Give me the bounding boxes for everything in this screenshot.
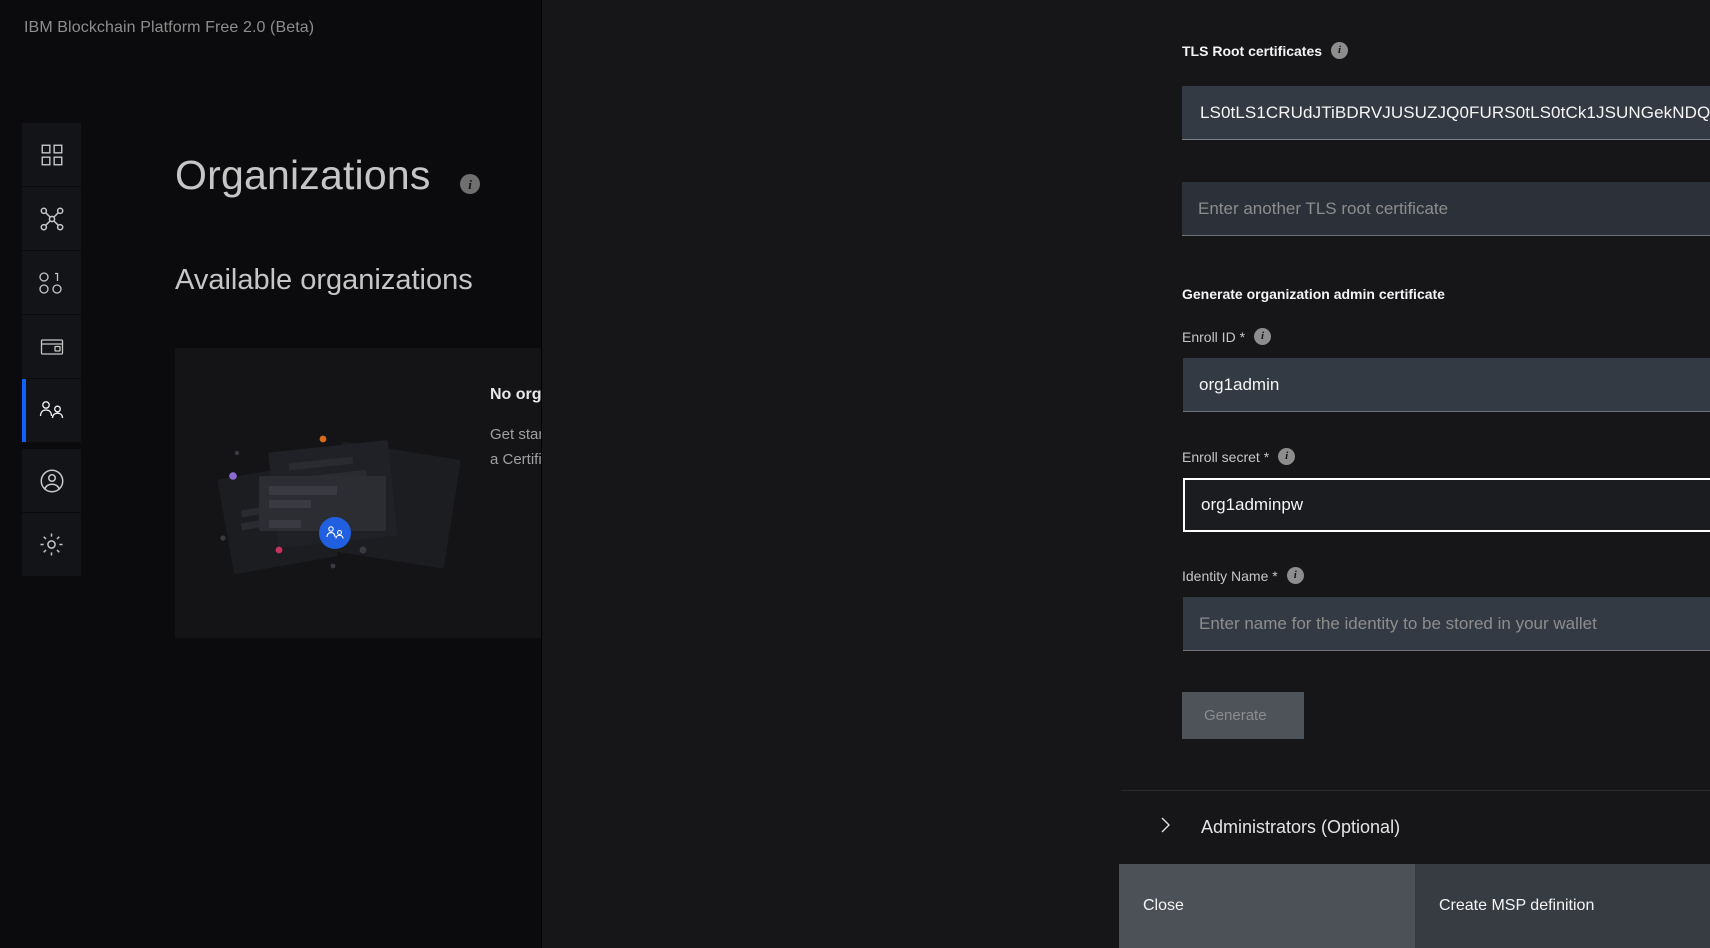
section-subtitle: Available organizations	[175, 264, 473, 297]
network-nodes-icon	[38, 205, 66, 233]
administrators-accordion[interactable]: Administrators (Optional)	[1121, 790, 1710, 864]
sidebar-item-organizations[interactable]	[22, 379, 81, 443]
enroll-id-input[interactable]	[1183, 358, 1710, 412]
tls-another-certificate-input[interactable]	[1182, 182, 1710, 236]
generate-button[interactable]: Generate	[1182, 692, 1304, 739]
generate-button-wrap: Generate	[1182, 692, 1304, 739]
app-root: IBM Blockchain Platform Free 2.0 (Beta)	[0, 0, 1710, 948]
tls-root-label-row: TLS Root certificates i	[1182, 42, 1348, 59]
dashboard-grid-icon	[39, 142, 65, 168]
sidebar-item-nodes[interactable]	[22, 187, 81, 251]
chevron-right-icon	[1159, 814, 1173, 841]
empty-state-illustration	[205, 388, 475, 598]
identity-name-label-row: Identity Name * i	[1182, 567, 1304, 584]
identity-name-label: Identity Name *	[1182, 568, 1278, 584]
wallet-icon	[39, 335, 65, 359]
enroll-id-label: Enroll ID *	[1182, 329, 1245, 345]
tls-root-certificate-value: LS0tLS1CRUdJTiBDRVJUSUZJQ0FURS0tLS0tCk1J…	[1182, 103, 1710, 123]
identity-name-info-icon[interactable]: i	[1287, 567, 1304, 584]
sidebar-item-identity[interactable]	[22, 449, 81, 513]
enroll-secret-label: Enroll secret *	[1182, 449, 1269, 465]
administrators-accordion-label: Administrators (Optional)	[1201, 817, 1400, 838]
sidebar-item-wallet[interactable]	[22, 315, 81, 379]
generate-section-heading: Generate organization admin certificate	[1182, 286, 1445, 302]
enroll-secret-label-row: Enroll secret * i	[1182, 448, 1295, 465]
panel-scroll-area[interactable]: TLS Root certificates i LS0tLS1CRUdJTiBD…	[542, 0, 1710, 948]
enroll-id-label-row: Enroll ID * i	[1182, 328, 1271, 345]
page-title: Organizations i	[175, 152, 480, 199]
organizations-people-icon	[38, 399, 66, 423]
tls-another-field-wrap	[1182, 182, 1710, 236]
enroll-secret-info-icon[interactable]: i	[1278, 448, 1295, 465]
close-button[interactable]: Close	[1119, 864, 1415, 948]
enroll-id-info-icon[interactable]: i	[1254, 328, 1271, 345]
identity-name-input[interactable]	[1183, 597, 1710, 651]
tls-root-label: TLS Root certificates	[1182, 43, 1322, 59]
identity-name-field-wrap	[1183, 597, 1710, 651]
panel-footer: Close Create MSP definition	[542, 864, 1710, 948]
create-msp-definition-button[interactable]: Create MSP definition	[1415, 864, 1710, 948]
enroll-secret-field-wrap	[1183, 478, 1710, 532]
sidebar-item-channels[interactable]	[22, 251, 81, 315]
enroll-id-field-wrap	[1183, 358, 1710, 412]
sidebar-item-dashboard[interactable]	[22, 123, 81, 187]
tls-root-info-icon[interactable]: i	[1331, 42, 1348, 59]
msp-definition-panel: TLS Root certificates i LS0tLS1CRUdJTiBD…	[541, 0, 1710, 948]
left-nav-rail[interactable]	[22, 123, 81, 577]
info-icon-glyph: i	[460, 174, 480, 194]
generate-section-heading-row: Generate organization admin certificate	[1182, 286, 1445, 302]
channels-binary-icon	[37, 270, 67, 296]
page-title-info-icon[interactable]: i	[460, 152, 480, 199]
user-avatar-icon	[38, 467, 66, 495]
settings-gear-icon	[38, 531, 65, 558]
app-title: IBM Blockchain Platform Free 2.0 (Beta)	[24, 19, 314, 37]
enroll-secret-input[interactable]	[1183, 478, 1710, 532]
tls-root-certificate-field[interactable]: LS0tLS1CRUdJTiBDRVJUSUZJQ0FURS0tLS0tCk1J…	[1182, 86, 1710, 140]
sidebar-item-settings[interactable]	[22, 513, 81, 577]
